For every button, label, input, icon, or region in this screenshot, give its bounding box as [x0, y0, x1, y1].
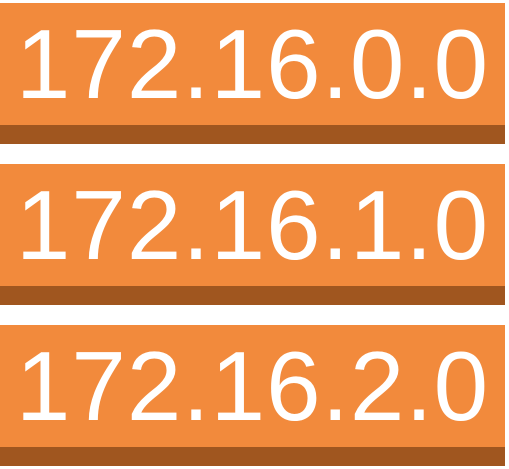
subnet-label: 172.16.2.0: [15, 331, 490, 441]
subnet-label: 172.16.0.0: [15, 9, 490, 119]
block-base: [0, 125, 505, 144]
subnet-block-172-16-1-0: 172.16.1.0: [0, 164, 505, 305]
block-base: [0, 286, 505, 305]
block-base: [0, 447, 505, 466]
subnet-block-172-16-2-0: 172.16.2.0: [0, 325, 505, 466]
subnet-block-172-16-0-0: 172.16.0.0: [0, 3, 505, 144]
subnet-label: 172.16.1.0: [15, 170, 490, 280]
